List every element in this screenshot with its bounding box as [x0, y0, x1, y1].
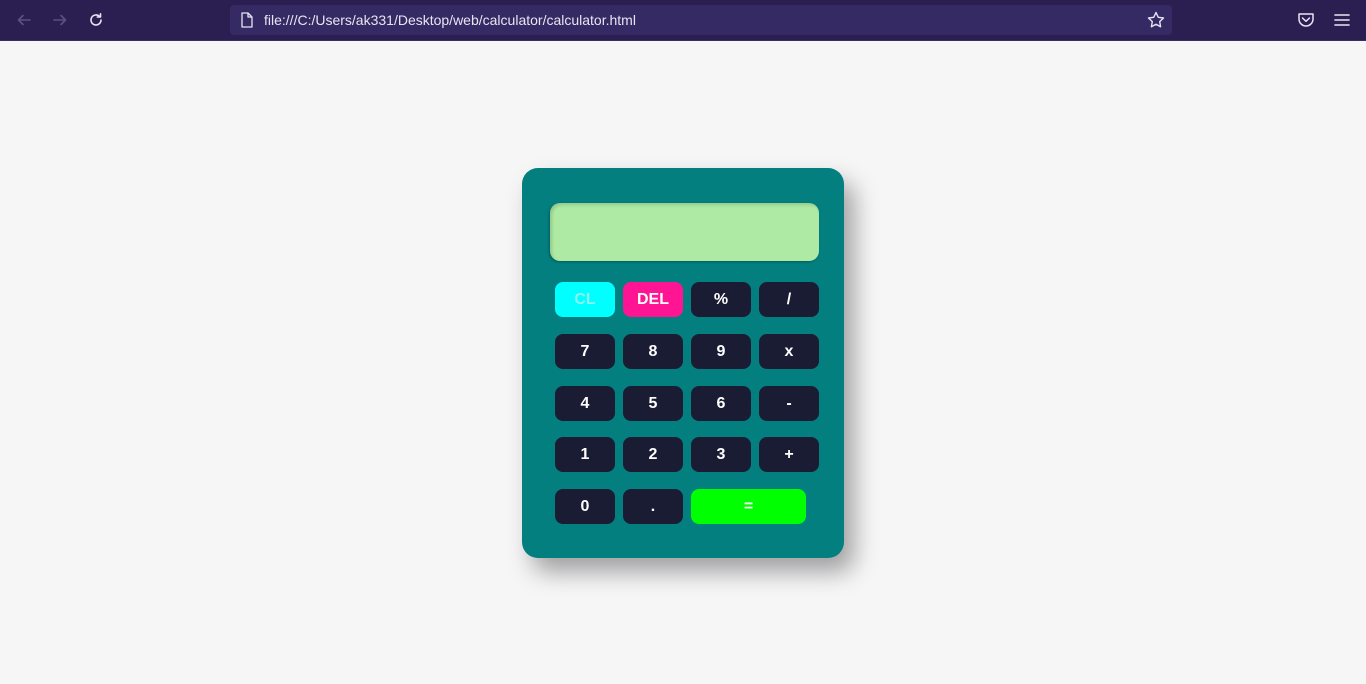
- calculator-display[interactable]: [550, 203, 819, 261]
- key-5-button[interactable]: 5: [623, 386, 683, 421]
- menu-hamburger-icon[interactable]: [1332, 10, 1352, 30]
- plus-button[interactable]: +: [759, 437, 819, 472]
- forward-button[interactable]: [46, 6, 74, 34]
- multiply-button[interactable]: x: [759, 334, 819, 369]
- calculator: CL DEL % / 7 8 9 x 4 5 6 - 1 2 3 + 0 . =: [522, 168, 844, 558]
- forward-arrow-icon: [53, 14, 67, 26]
- bookmark-star-icon[interactable]: [1146, 10, 1166, 30]
- equals-button[interactable]: =: [691, 489, 806, 524]
- browser-toolbar: file:///C:/Users/ak331/Desktop/web/calcu…: [0, 0, 1366, 41]
- pocket-icon[interactable]: [1296, 10, 1316, 30]
- key-3-button[interactable]: 3: [691, 437, 751, 472]
- clear-button[interactable]: CL: [555, 282, 615, 317]
- page-icon: [241, 12, 253, 28]
- key-4-button[interactable]: 4: [555, 386, 615, 421]
- divide-button[interactable]: /: [759, 282, 819, 317]
- decimal-button[interactable]: .: [623, 489, 683, 524]
- key-1-button[interactable]: 1: [555, 437, 615, 472]
- delete-button[interactable]: DEL: [623, 282, 683, 317]
- reload-button[interactable]: [82, 6, 110, 34]
- key-9-button[interactable]: 9: [691, 334, 751, 369]
- key-6-button[interactable]: 6: [691, 386, 751, 421]
- minus-button[interactable]: -: [759, 386, 819, 421]
- back-arrow-icon: [17, 14, 31, 26]
- key-2-button[interactable]: 2: [623, 437, 683, 472]
- key-8-button[interactable]: 8: [623, 334, 683, 369]
- url-text: file:///C:/Users/ak331/Desktop/web/calcu…: [264, 12, 636, 28]
- percent-button[interactable]: %: [691, 282, 751, 317]
- back-button[interactable]: [10, 6, 38, 34]
- key-0-button[interactable]: 0: [555, 489, 615, 524]
- reload-icon: [90, 13, 102, 26]
- address-bar[interactable]: file:///C:/Users/ak331/Desktop/web/calcu…: [230, 5, 1172, 35]
- key-7-button[interactable]: 7: [555, 334, 615, 369]
